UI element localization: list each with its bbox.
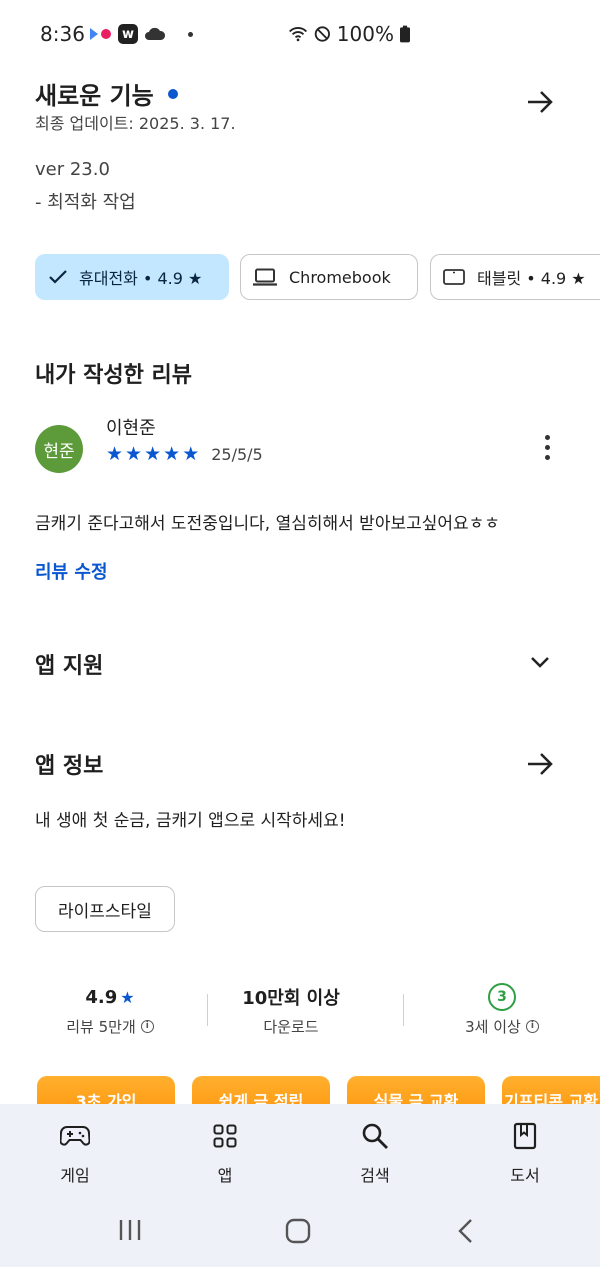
nav-games[interactable]: 게임 (25, 1120, 125, 1186)
battery-icon (399, 25, 410, 43)
wifi-icon (289, 27, 308, 42)
review-date: 25/5/5 (211, 444, 263, 464)
home-icon (285, 1218, 311, 1244)
nav-apps-label: 앱 (217, 1166, 233, 1185)
back-button[interactable] (456, 1218, 476, 1248)
my-review-title: 내가 작성한 리뷰 (35, 363, 192, 388)
category-chip[interactable]: 라이프스타일 (35, 886, 175, 932)
edit-review-link[interactable]: 리뷰 수정 (35, 558, 108, 584)
whats-new-heading: 새로운 기능 (35, 76, 178, 111)
device-chip-phone-label: 휴대전화 • 4.9 ★ (79, 269, 203, 288)
avatar: 현준 (35, 425, 83, 473)
age-rating-badge: 3 (488, 983, 516, 1011)
app-support-title: 앱 지원 (35, 654, 104, 679)
tablet-icon (443, 269, 465, 285)
app-description: 내 생애 첫 순금, 금캐기 앱으로 시작하세요! (35, 811, 346, 831)
divider (403, 994, 404, 1026)
nav-search-label: 검색 (360, 1166, 390, 1185)
device-chip-tablet-label: 태블릿 • 4.9 ★ (477, 269, 586, 288)
stat-age-rating[interactable]: 3 3세 이상 i (417, 983, 587, 1037)
star-icon: ★ (163, 443, 181, 465)
version-text: ver 23.0 (35, 159, 110, 180)
recent-apps-button[interactable] (118, 1218, 142, 1246)
star-icon: ★ (182, 443, 200, 465)
home-button[interactable] (285, 1218, 311, 1248)
downloads-label: 다운로드 (263, 1018, 319, 1036)
cloud-icon (145, 27, 166, 40)
nav-games-label: 게임 (60, 1166, 90, 1185)
whats-new-arrow-button[interactable] (520, 82, 560, 122)
app-info-arrow-button[interactable] (520, 744, 560, 784)
back-icon (458, 1219, 472, 1243)
reviewer-name: 이현준 (106, 418, 156, 439)
device-chip-chromebook-label: Chromebook (289, 267, 391, 287)
nav-search[interactable]: 검색 (325, 1120, 425, 1186)
apps-grid-icon (213, 1124, 237, 1148)
recent-apps-icon (119, 1220, 141, 1240)
nav-apps[interactable]: 앱 (175, 1120, 275, 1186)
age-rating-label: 3세 이상 (465, 1018, 521, 1036)
star-icon: ★ (106, 443, 124, 465)
app-info-title: 앱 정보 (35, 754, 104, 779)
battery-percent: 100% (336, 22, 394, 46)
more-notifications-dot (188, 31, 193, 37)
search-icon (362, 1123, 388, 1149)
star-icon: ★ (120, 987, 135, 1007)
device-chip-phone[interactable]: 휴대전화 • 4.9 ★ (35, 254, 229, 300)
info-icon: i (525, 1020, 539, 1033)
stat-downloads: 10만회 이상 다운로드 (206, 984, 376, 1037)
rating-value: 4.9 (85, 986, 118, 1008)
device-chip-chromebook[interactable]: Chromebook (240, 254, 418, 300)
last-updated-date: 최종 업데이트: 2025. 3. 17. (35, 114, 236, 133)
review-text: 금캐기 준다고해서 도전중입니다, 열심히해서 받아보고싶어요ㅎㅎ (35, 514, 500, 534)
review-more-options-button[interactable] (532, 430, 562, 464)
chevron-down-icon (531, 657, 549, 668)
downloads-value: 10만회 이상 (242, 988, 340, 1009)
w-app-icon: w (118, 24, 138, 44)
nav-books[interactable]: 도서 (475, 1120, 575, 1186)
star-icon: ★ (125, 443, 143, 465)
arrow-right-icon (528, 91, 553, 113)
stat-rating[interactable]: 4.9 ★ 리뷰 5만개 i (25, 984, 195, 1037)
arrow-right-icon (528, 753, 553, 775)
status-time: 8:36 (40, 22, 85, 46)
check-icon (49, 270, 67, 284)
more-vert-icon (544, 434, 550, 440)
notification-icons: w (90, 24, 193, 44)
nav-books-label: 도서 (510, 1166, 540, 1185)
review-count-label: 리뷰 5만개 (66, 1018, 136, 1036)
status-right: 100% (288, 22, 410, 46)
media-app-icon (90, 28, 111, 40)
book-icon (513, 1122, 537, 1150)
do-not-disturb-icon (314, 26, 331, 42)
laptop-icon (253, 268, 277, 286)
app-support-expand-button[interactable] (520, 642, 560, 682)
new-indicator-dot (167, 88, 178, 99)
gamepad-icon (60, 1126, 90, 1146)
release-notes: - 최적화 작업 (35, 192, 136, 213)
review-rating: ★ ★ ★ ★ ★ 25/5/5 (106, 444, 263, 464)
star-icon: ★ (144, 443, 162, 465)
whats-new-title: 새로운 기능 (35, 82, 154, 110)
device-chip-tablet[interactable]: 태블릿 • 4.9 ★ (430, 254, 600, 300)
info-icon: i (140, 1020, 154, 1033)
